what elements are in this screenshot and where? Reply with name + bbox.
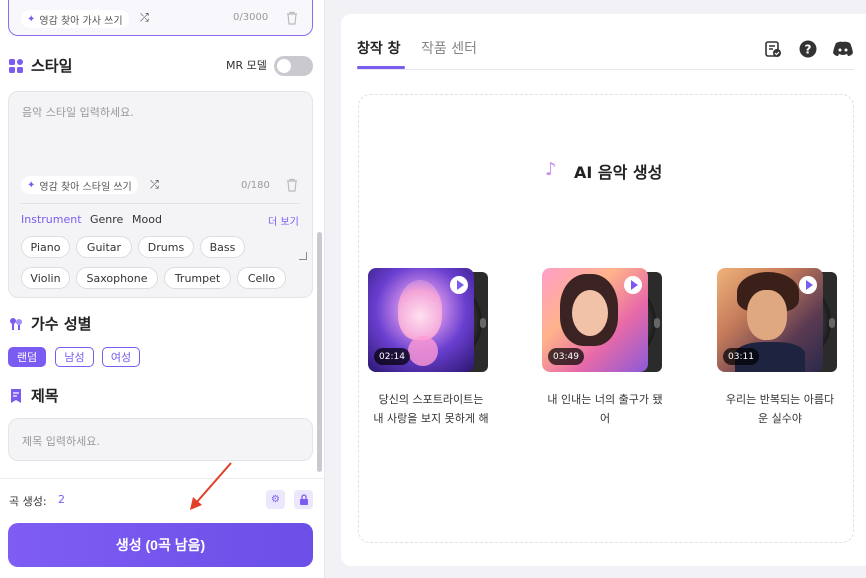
style-title-text: 스타일 [31,57,73,75]
sparkle-icon: ✦ [27,13,36,25]
caption-line: 어 [599,412,611,425]
tag-guitar[interactable]: Guitar [76,236,132,258]
tab-create[interactable]: 창작 창 [357,38,401,58]
divider [20,203,300,204]
shuffle-icon[interactable]: ⤮ [140,11,149,25]
right-panel: 창작 창 작품 센터 ? ♪ AI 음악 생성 02:14 당신의 스포트라이트… [341,14,866,566]
task-list-icon[interactable] [764,40,782,58]
tag-saxophone[interactable]: Saxophone [76,267,158,289]
duration-badge: 02:14 [374,348,410,365]
style-placeholder: 음악 스타일 입력하세요. [22,106,134,119]
sparkle-icon: ✦ [27,179,36,191]
title-placeholder: 제목 입력하세요. [22,435,100,448]
caption-line: 내 사랑을 보지 못하게 해 [373,412,489,425]
svg-text:?: ? [805,43,812,57]
inspire-lyrics-button[interactable]: ✦ 영감 찾아 가사 쓰기 [21,10,129,28]
tag-piano[interactable]: Piano [21,236,70,258]
song-count-value: 2 [58,493,65,506]
lyrics-counter: 0/3000 [233,12,269,23]
inspire-lyrics-label: 영감 찾아 가사 쓰기 [39,15,123,27]
duration-badge: 03:11 [723,348,759,365]
tag-drums[interactable]: Drums [138,236,194,258]
grid-icon [9,58,23,73]
generate-button[interactable]: 생성 (0곡 남음) [8,523,313,567]
gender-male[interactable]: 남성 [55,347,94,367]
shuffle-icon[interactable]: ⤮ [150,178,159,192]
song-caption: 내 인내는 너의 출구가 됐 어 [535,390,675,428]
title-title-text: 제목 [31,387,59,405]
tag-bass[interactable]: Bass [200,236,245,258]
gender-female[interactable]: 여성 [102,347,140,367]
caption-line: 운 실수야 [758,412,802,425]
song-count-label: 곡 생성: [9,495,47,508]
song-caption: 우리는 반복되는 아름다 운 실수야 [710,390,850,428]
resize-handle[interactable] [299,252,307,260]
caption-line: 당신의 스포트라이트는 [378,393,484,406]
mr-model-toggle[interactable] [274,56,313,76]
tab-mood[interactable]: Mood [132,213,162,226]
play-icon[interactable] [624,276,642,294]
gender-random[interactable]: 랜덤 [8,347,46,367]
gender-section-title: 가수 성별 [9,313,91,334]
caption-line: 내 인내는 너의 출구가 됐 [547,393,663,406]
singer-icon [10,317,22,330]
title-section-title: 제목 [9,385,59,406]
discord-icon[interactable] [833,40,853,58]
tag-violin[interactable]: Violin [21,267,70,289]
tab-works[interactable]: 작품 센터 [421,38,477,58]
mr-model-label: MR 모델 [226,59,267,72]
scrollbar[interactable] [317,232,322,472]
tab-genre[interactable]: Genre [90,213,123,226]
help-icon[interactable]: ? [799,40,817,58]
style-section-title: 스타일 [9,55,72,76]
ai-music-title: AI 음악 생성 [574,163,663,182]
lock-icon[interactable] [294,490,313,509]
divider [0,478,324,479]
divider [357,69,854,70]
title-input[interactable]: 제목 입력하세요. [8,418,313,461]
left-panel: ✦ 영감 찾아 가사 쓰기 ⤮ 0/3000 스타일 MR 모델 음악 스타일 … [0,0,325,578]
bookmark-icon [11,388,21,403]
inspire-style-label: 영감 찾아 스타일 쓰기 [39,181,132,193]
ai-music-logo-icon: ♪ [545,159,557,180]
tag-cello[interactable]: Cello [237,267,286,289]
tag-trumpet[interactable]: Trumpet [164,267,231,289]
style-counter: 0/180 [241,180,270,191]
gender-title-text: 가수 성별 [31,315,92,333]
more-link[interactable]: 더 보기 [268,213,299,228]
caption-line: 우리는 반복되는 아름다 [725,393,835,406]
trash-icon[interactable] [285,178,299,192]
play-icon[interactable] [450,276,468,294]
inspire-style-button[interactable]: ✦ 영감 찾아 스타일 쓰기 [21,176,138,194]
tab-instrument[interactable]: Instrument [21,213,82,226]
song-caption: 당신의 스포트라이트는 내 사랑을 보지 못하게 해 [361,390,501,428]
duration-badge: 03:49 [548,348,584,365]
play-icon[interactable] [799,276,817,294]
trash-icon[interactable] [285,11,299,25]
lyrics-input-box[interactable]: ✦ 영감 찾아 가사 쓰기 ⤮ 0/3000 [8,0,313,36]
settings-icon[interactable]: ⚙ [266,490,285,509]
